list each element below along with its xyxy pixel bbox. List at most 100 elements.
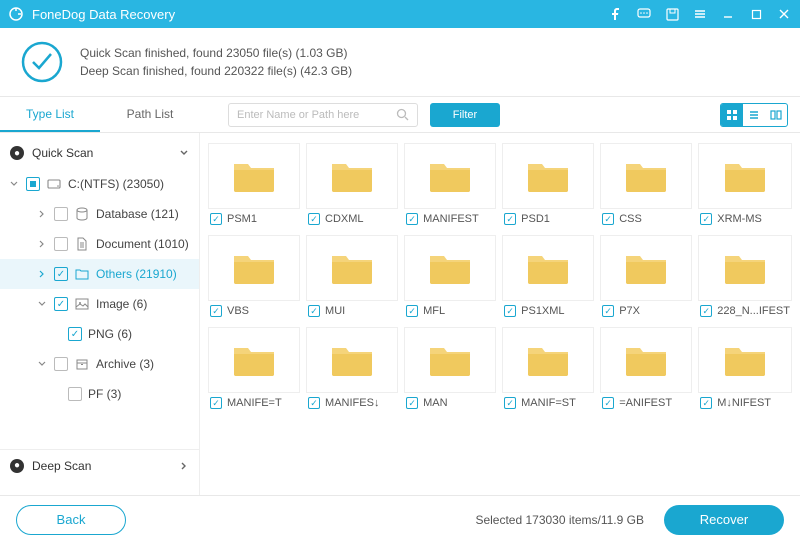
document-icon bbox=[74, 236, 90, 252]
checkbox-checked[interactable]: ✓ bbox=[54, 267, 68, 281]
search-box[interactable] bbox=[228, 103, 418, 127]
view-list-icon[interactable] bbox=[743, 104, 765, 126]
folder-icon bbox=[698, 327, 792, 393]
view-detail-icon[interactable] bbox=[765, 104, 787, 126]
tree-png[interactable]: ✓ PNG (6) bbox=[0, 319, 199, 349]
checkbox[interactable] bbox=[54, 237, 68, 251]
app-logo-icon bbox=[8, 6, 24, 22]
checkbox[interactable] bbox=[54, 357, 68, 371]
disk-icon bbox=[46, 176, 62, 192]
checkbox[interactable] bbox=[54, 207, 68, 221]
maximize-icon[interactable] bbox=[748, 6, 764, 22]
section-deep-scan[interactable]: ● Deep Scan bbox=[0, 449, 199, 481]
folder-name: XRM-MS bbox=[717, 213, 762, 225]
filter-button[interactable]: Filter bbox=[430, 103, 500, 127]
checkbox-checked[interactable]: ✓ bbox=[308, 397, 320, 409]
folder-icon bbox=[698, 235, 792, 301]
checkbox-checked[interactable]: ✓ bbox=[406, 397, 418, 409]
folder-tile[interactable]: ✓MANIF=ST bbox=[502, 327, 594, 413]
checkbox-checked[interactable]: ✓ bbox=[210, 397, 222, 409]
folder-tile[interactable]: ✓ VBS bbox=[208, 235, 300, 321]
checkbox-checked[interactable]: ✓ bbox=[308, 213, 320, 225]
tab-path-list[interactable]: Path List bbox=[100, 98, 200, 132]
folder-tile[interactable]: ✓ =ANIFEST bbox=[600, 327, 692, 413]
folder-tile[interactable]: ✓ MUI bbox=[306, 235, 398, 321]
checkbox-checked[interactable]: ✓ bbox=[406, 213, 418, 225]
folder-tile[interactable]: ✓228_N...IFEST bbox=[698, 235, 792, 321]
folder-name: MANIFES↓ bbox=[325, 397, 379, 409]
image-icon bbox=[74, 296, 90, 312]
chevron-down-icon bbox=[36, 300, 48, 308]
folder-name: VBS bbox=[227, 305, 249, 317]
save-icon[interactable] bbox=[664, 6, 680, 22]
checkbox-checked[interactable]: ✓ bbox=[406, 305, 418, 317]
checkbox-checked[interactable]: ✓ bbox=[504, 397, 516, 409]
folder-name: MAN bbox=[423, 397, 447, 409]
tree-database[interactable]: Database (121) bbox=[0, 199, 199, 229]
checkbox-checked[interactable]: ✓ bbox=[602, 397, 614, 409]
folder-name: MUI bbox=[325, 305, 345, 317]
folder-tile[interactable]: ✓P7X bbox=[600, 235, 692, 321]
checkbox-checked[interactable]: ✓ bbox=[504, 305, 516, 317]
tree-archive[interactable]: Archive (3) bbox=[0, 349, 199, 379]
chevron-down-icon bbox=[179, 148, 189, 158]
tree-pf[interactable]: PF (3) bbox=[0, 379, 199, 409]
tree-image[interactable]: ✓ Image (6) bbox=[0, 289, 199, 319]
archive-icon bbox=[74, 356, 90, 372]
folder-icon bbox=[208, 235, 300, 301]
checkbox-checked[interactable]: ✓ bbox=[68, 327, 82, 341]
checkbox-checked[interactable]: ✓ bbox=[700, 397, 712, 409]
folder-tile[interactable]: ✓ MFL bbox=[404, 235, 496, 321]
folder-icon bbox=[74, 266, 90, 282]
folder-tile[interactable]: ✓MANIFEST bbox=[404, 143, 496, 229]
folder-tile[interactable]: ✓CSS bbox=[600, 143, 692, 229]
checkbox-checked[interactable]: ✓ bbox=[308, 305, 320, 317]
folder-name: MFL bbox=[423, 305, 445, 317]
folder-name: M↓NIFEST bbox=[717, 397, 771, 409]
app-title: FoneDog Data Recovery bbox=[32, 7, 608, 22]
tree-document[interactable]: Document (1010) bbox=[0, 229, 199, 259]
checkbox-checked[interactable]: ✓ bbox=[210, 305, 222, 317]
checkbox-checked[interactable]: ✓ bbox=[700, 213, 712, 225]
database-icon bbox=[74, 206, 90, 222]
titlebar: FoneDog Data Recovery bbox=[0, 0, 800, 28]
tab-type-list[interactable]: Type List bbox=[0, 98, 100, 132]
search-input[interactable] bbox=[237, 109, 396, 121]
toolbar: Type List Path List Filter bbox=[0, 97, 800, 133]
folder-tile[interactable]: ✓CDXML bbox=[306, 143, 398, 229]
feedback-icon[interactable] bbox=[636, 6, 652, 22]
folder-tile[interactable]: ✓PSM1 bbox=[208, 143, 300, 229]
facebook-icon[interactable] bbox=[608, 6, 624, 22]
selection-status: Selected 173030 items/11.9 GB bbox=[138, 513, 652, 527]
tree-drive[interactable]: C:(NTFS) (23050) bbox=[0, 169, 199, 199]
checkbox-partial[interactable] bbox=[26, 177, 40, 191]
folder-tile[interactable]: ✓PSD1 bbox=[502, 143, 594, 229]
file-grid-container: ✓PSM1✓CDXML✓MANIFEST✓PSD1✓CSS✓XRM-MS✓VBS… bbox=[200, 133, 800, 495]
menu-icon[interactable] bbox=[692, 6, 708, 22]
folder-tile[interactable]: ✓ MANIFES↓ bbox=[306, 327, 398, 413]
checkbox-checked[interactable]: ✓ bbox=[602, 213, 614, 225]
view-grid-icon[interactable] bbox=[721, 104, 743, 126]
scan-summary: Quick Scan finished, found 23050 file(s)… bbox=[0, 28, 800, 97]
folder-tile[interactable]: ✓ MAN bbox=[404, 327, 496, 413]
folder-tile[interactable]: ✓ XRM-MS bbox=[698, 143, 792, 229]
folder-name: MANIFE=T bbox=[227, 397, 282, 409]
checkbox-checked[interactable]: ✓ bbox=[210, 213, 222, 225]
close-icon[interactable] bbox=[776, 6, 792, 22]
checkbox-checked[interactable]: ✓ bbox=[602, 305, 614, 317]
folder-icon bbox=[404, 327, 496, 393]
folder-name: =ANIFEST bbox=[619, 397, 672, 409]
section-quick-scan[interactable]: ● Quick Scan bbox=[0, 137, 199, 169]
back-button[interactable]: Back bbox=[16, 505, 126, 535]
tree-others[interactable]: ✓ Others (21910) bbox=[0, 259, 199, 289]
checkbox-checked[interactable]: ✓ bbox=[700, 305, 712, 317]
folder-tile[interactable]: ✓ M↓NIFEST bbox=[698, 327, 792, 413]
folder-tile[interactable]: ✓PS1XML bbox=[502, 235, 594, 321]
sidebar: ● Quick Scan C:(NTFS) (23050) Database (… bbox=[0, 133, 200, 495]
folder-tile[interactable]: ✓ MANIFE=T bbox=[208, 327, 300, 413]
minimize-icon[interactable] bbox=[720, 6, 736, 22]
checkbox-checked[interactable]: ✓ bbox=[54, 297, 68, 311]
recover-button[interactable]: Recover bbox=[664, 505, 784, 535]
checkbox-checked[interactable]: ✓ bbox=[504, 213, 516, 225]
checkbox[interactable] bbox=[68, 387, 82, 401]
